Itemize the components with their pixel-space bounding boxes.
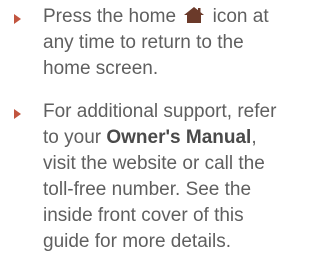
list-item: Press the home icon at any time to retur… (0, 4, 283, 82)
bullet-triangle-icon (14, 14, 21, 24)
tips-list: Press the home icon at any time to retur… (0, 0, 283, 255)
tip-1-text-before: Press the home (43, 6, 177, 27)
owners-manual-reference: Owner's Manual (106, 127, 252, 148)
list-item: For additional support, refer to your Ow… (0, 99, 283, 255)
home-icon (183, 6, 205, 24)
bullet-triangle-icon (14, 109, 21, 119)
